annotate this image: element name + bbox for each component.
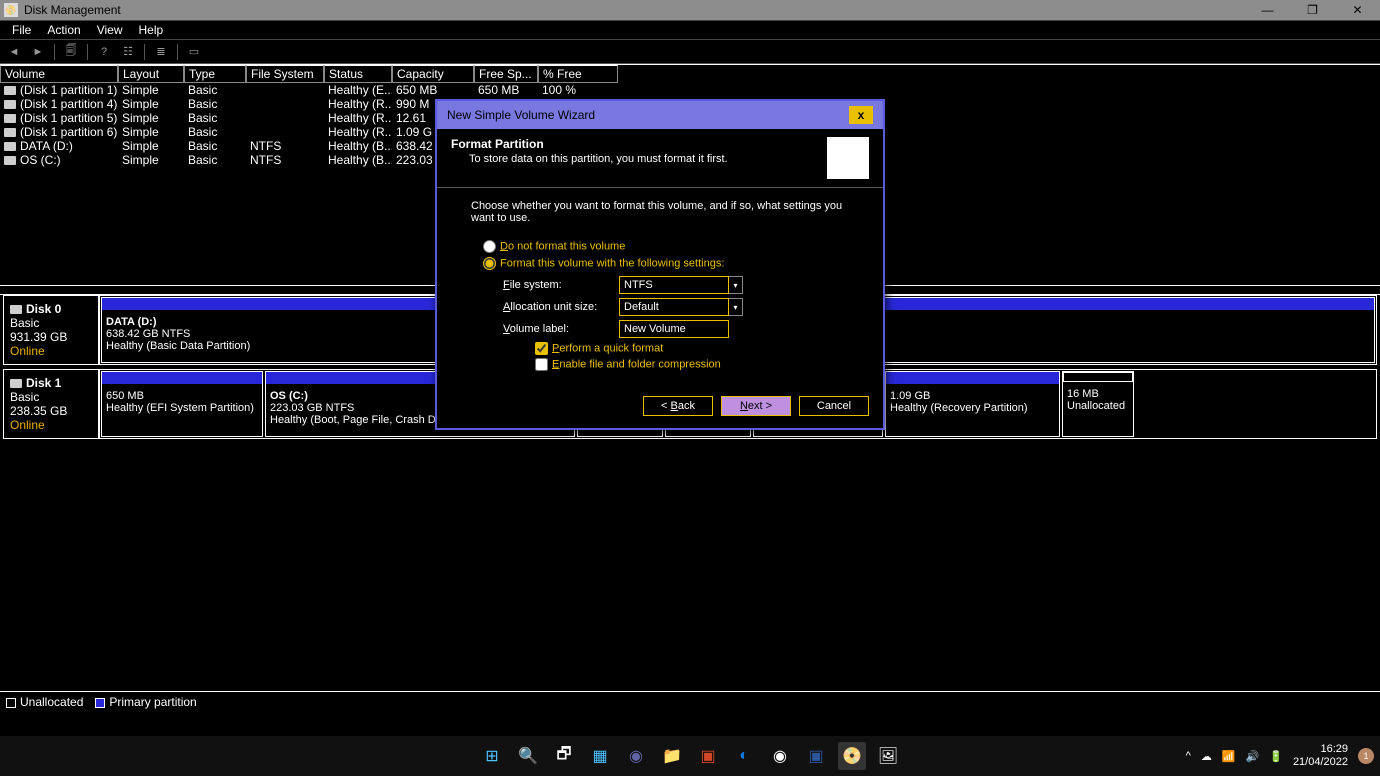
back-icon[interactable]: ◄	[4, 42, 24, 62]
clock[interactable]: 16:29 21/04/2022	[1293, 743, 1348, 769]
column-layout[interactable]: Layout	[118, 65, 184, 83]
menu-view[interactable]: View	[89, 21, 131, 39]
chevron-down-icon[interactable]: ▾	[729, 276, 743, 294]
next-button[interactable]: Next >	[721, 396, 791, 416]
wizard-title: New Simple Volume Wizard	[447, 108, 595, 122]
tray-chevron-icon[interactable]: ^	[1186, 750, 1191, 762]
menu-bar: File Action View Help	[0, 20, 1380, 40]
column-status[interactable]: Status	[324, 65, 392, 83]
partition[interactable]: 1.09 GBHealthy (Recovery Partition)	[885, 371, 1060, 437]
teams-icon[interactable]: ◉	[622, 742, 650, 770]
new-volume-wizard-dialog: New Simple Volume Wizard x Format Partit…	[435, 99, 885, 430]
legend-primary: Primary partition	[95, 695, 196, 709]
start-icon[interactable]: ⊞	[478, 742, 506, 770]
radio-do-not-format[interactable]: Do not format this volume	[483, 240, 849, 253]
volume-icon[interactable]: 🔊	[1246, 750, 1260, 763]
file-system-select[interactable]: NTFS▾	[619, 276, 743, 294]
list-icon[interactable]: ☷	[118, 42, 138, 62]
minimize-button[interactable]: —	[1245, 0, 1290, 20]
volume-header: Volume Layout Type File System Status Ca…	[0, 65, 1380, 83]
wizard-icon	[827, 137, 869, 179]
menu-file[interactable]: File	[4, 21, 39, 39]
forward-icon[interactable]: ►	[28, 42, 48, 62]
disk-type: Basic	[10, 316, 92, 330]
app-title: Disk Management	[24, 3, 1245, 17]
onedrive-icon[interactable]: ☁	[1201, 750, 1212, 763]
column-pfree[interactable]: % Free	[538, 65, 618, 83]
wizard-title-bar[interactable]: New Simple Volume Wizard x	[437, 101, 883, 129]
battery-icon[interactable]: 🔋	[1269, 750, 1283, 763]
maximize-button[interactable]: ❐	[1290, 0, 1335, 20]
column-free[interactable]: Free Sp...	[474, 65, 538, 83]
search-icon[interactable]: 🔍	[514, 742, 542, 770]
chevron-down-icon[interactable]: ▾	[729, 298, 743, 316]
partition[interactable]: 16 MBUnallocated	[1062, 371, 1134, 437]
refresh-icon[interactable]: 🗐	[61, 42, 81, 62]
disk-status: Online	[10, 344, 92, 358]
allocation-size-label: Allocation unit size:	[503, 301, 619, 313]
wifi-icon[interactable]: 📶	[1222, 750, 1236, 763]
back-button[interactable]: < Back	[643, 396, 713, 416]
volume-label-label: Volume label:	[503, 323, 619, 335]
disk-name: Disk 0	[10, 302, 92, 316]
close-button[interactable]: ✕	[1335, 0, 1380, 20]
disk-status: Online	[10, 418, 92, 432]
volume-label-input[interactable]	[619, 320, 729, 338]
checkbox-enable-compression[interactable]: Enable file and folder compression	[535, 358, 849, 371]
chrome-icon[interactable]: ◉	[766, 742, 794, 770]
disk-size: 238.35 GB	[10, 404, 92, 418]
radio-format-with-settings[interactable]: Format this volume with the following se…	[483, 257, 849, 270]
taskbar: ⊞ 🔍 🗗 ▦ ◉ 📁 ▣ ◐ ◉ ▣ 📀 🖼 ^ ☁ 📶 🔊 🔋 16:29 …	[0, 736, 1380, 776]
allocation-size-select[interactable]: Default▾	[619, 298, 743, 316]
title-bar: 📀 Disk Management — ❐ ✕	[0, 0, 1380, 20]
disk-type: Basic	[10, 390, 92, 404]
disk-management-icon[interactable]: 📀	[838, 742, 866, 770]
column-filesystem[interactable]: File System	[246, 65, 324, 83]
menu-help[interactable]: Help	[131, 21, 172, 39]
powerpoint-icon[interactable]: ▣	[694, 742, 722, 770]
table-row[interactable]: (Disk 1 partition 1)SimpleBasicHealthy (…	[0, 83, 1380, 97]
wizard-heading: Format Partition	[451, 137, 827, 151]
column-type[interactable]: Type	[184, 65, 246, 83]
wizard-intro: Choose whether you want to format this v…	[471, 200, 849, 224]
checkbox-quick-format[interactable]: Perform a quick format	[535, 342, 849, 355]
legend-unallocated: Unallocated	[6, 695, 83, 709]
properties-icon[interactable]: ≣	[151, 42, 171, 62]
file-system-label: File system:	[503, 279, 619, 291]
wizard-subheading: To store data on this partition, you mus…	[451, 153, 827, 165]
task-view-icon[interactable]: 🗗	[550, 742, 578, 770]
wizard-close-button[interactable]: x	[849, 106, 873, 124]
disk0-info[interactable]: Disk 0 Basic 931.39 GB Online	[3, 295, 99, 365]
notification-icon[interactable]: 1	[1358, 748, 1374, 764]
legend: Unallocated Primary partition	[0, 691, 1380, 712]
toolbar: ◄ ► 🗐 ? ☷ ≣ ▭	[0, 40, 1380, 64]
help-icon[interactable]: ?	[94, 42, 114, 62]
wizard-header: Format Partition To store data on this p…	[437, 129, 883, 188]
option-icon[interactable]: ▭	[184, 42, 204, 62]
column-volume[interactable]: Volume	[0, 65, 118, 83]
app-icon: 📀	[4, 3, 18, 17]
photos-icon[interactable]: 🖼	[874, 742, 902, 770]
cancel-button[interactable]: Cancel	[799, 396, 869, 416]
menu-action[interactable]: Action	[39, 21, 88, 39]
disk-size: 931.39 GB	[10, 330, 92, 344]
partition[interactable]: 650 MBHealthy (EFI System Partition)	[101, 371, 263, 437]
widgets-icon[interactable]: ▦	[586, 742, 614, 770]
explorer-icon[interactable]: 📁	[658, 742, 686, 770]
word-icon[interactable]: ▣	[802, 742, 830, 770]
column-capacity[interactable]: Capacity	[392, 65, 474, 83]
disk-name: Disk 1	[10, 376, 92, 390]
edge-icon[interactable]: ◐	[730, 742, 758, 770]
disk1-info[interactable]: Disk 1 Basic 238.35 GB Online	[3, 369, 99, 439]
